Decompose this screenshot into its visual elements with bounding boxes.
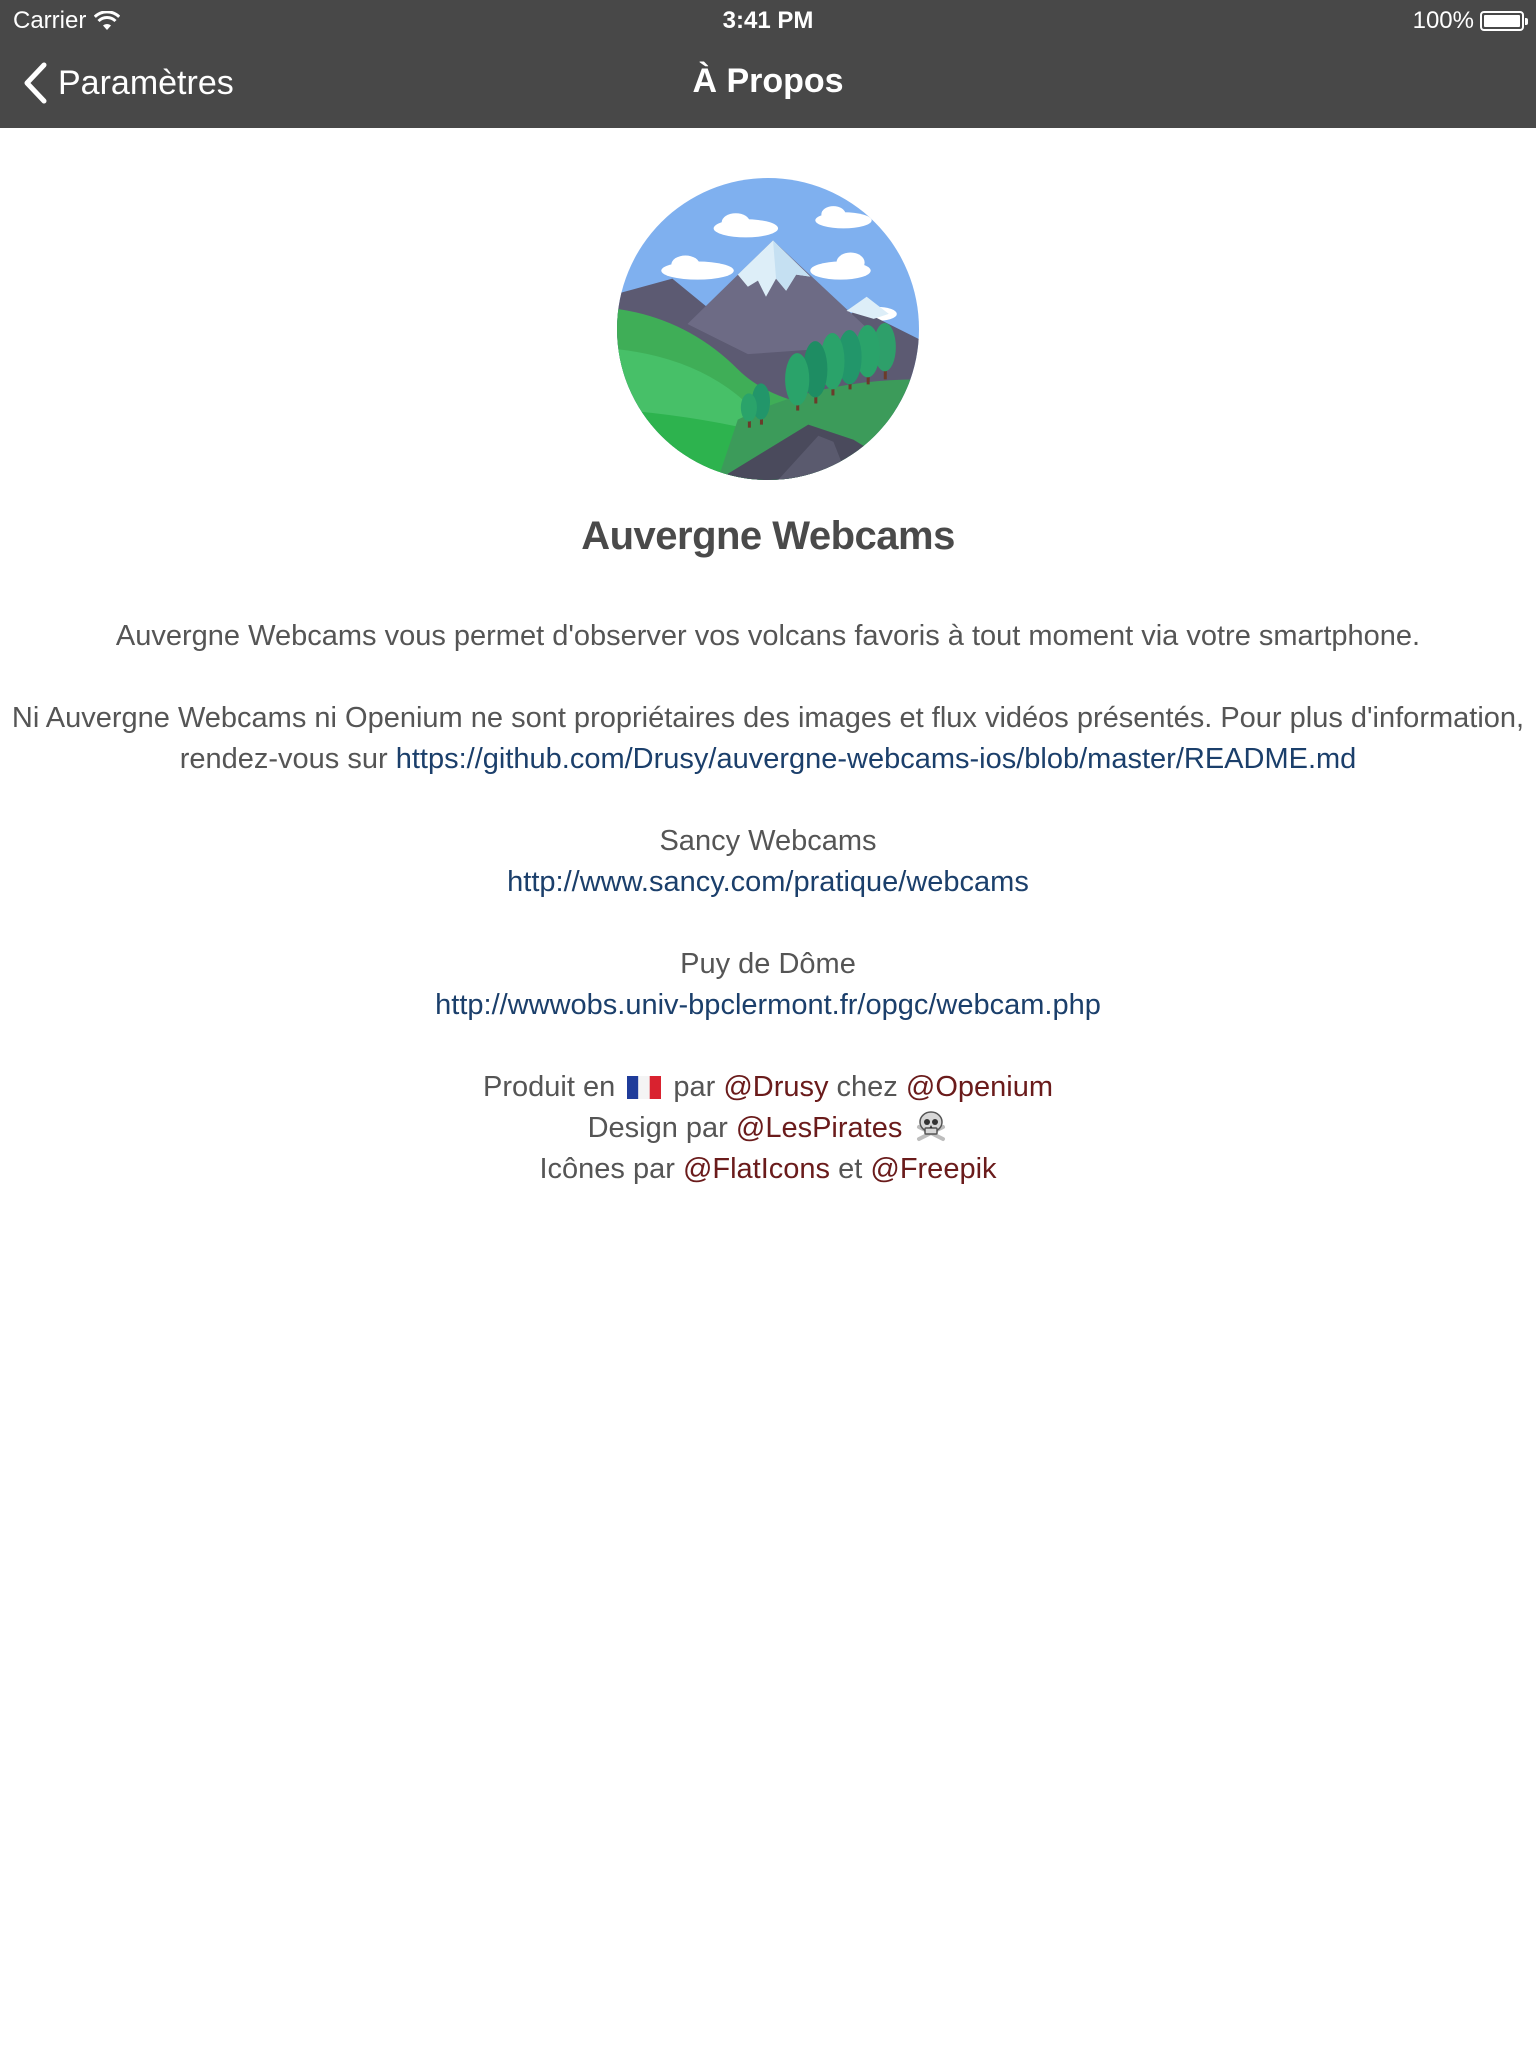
intro-text: Auvergne Webcams vous permet d'observer … xyxy=(115,620,1421,652)
et-text: et xyxy=(838,1153,863,1185)
puy-link[interactable]: http://wwwobs.univ-bpclermont.fr/opgc/we… xyxy=(435,989,1101,1021)
battery-percent: 100% xyxy=(1412,7,1474,34)
status-time: 3:41 PM xyxy=(722,7,814,34)
drusy-link[interactable]: @Drusy xyxy=(723,1071,828,1103)
flaticons-link[interactable]: @FlatIcons xyxy=(683,1153,830,1185)
page-title: À Propos xyxy=(692,62,844,100)
lespirates-link[interactable]: @LesPirates xyxy=(736,1112,902,1144)
readme-link[interactable]: https://github.com/Drusy/auvergne-webcam… xyxy=(396,743,1357,775)
credits: Produit en par @Drusy chez @Openium Desi… xyxy=(0,1067,1536,1190)
icons-prefix: Icônes par xyxy=(539,1153,675,1185)
sancy-title: Sancy Webcams xyxy=(659,825,877,857)
battery-indicator: 100% xyxy=(1412,7,1528,35)
sancy-link[interactable]: http://www.sancy.com/pratique/webcams xyxy=(507,866,1029,898)
navigation-bar: Carrier 3:41 PM 100% Paramètres À Propos xyxy=(0,0,1536,128)
battery-icon xyxy=(1480,11,1528,31)
app-name: Auvergne Webcams xyxy=(581,514,955,558)
openium-link[interactable]: @Openium xyxy=(906,1071,1053,1103)
puy-title: Puy de Dôme xyxy=(680,948,856,980)
sancy-section: Sancy Webcams http://www.sancy.com/prati… xyxy=(0,821,1536,903)
produced-prefix: Produit en xyxy=(483,1071,616,1103)
freepik-link[interactable]: @Freepik xyxy=(870,1153,996,1185)
puy-section: Puy de Dôme http://wwwobs.univ-bpclermon… xyxy=(0,944,1536,1026)
chez-text: chez xyxy=(836,1071,898,1103)
about-content: Auvergne Webcams vous permet d'observer … xyxy=(0,616,1536,1231)
design-prefix: Design par xyxy=(587,1112,728,1144)
status-bar: Carrier 3:41 PM 100% xyxy=(0,0,1536,40)
french-flag-icon xyxy=(627,1076,662,1099)
app-logo-mountain-icon xyxy=(617,178,919,480)
disclaimer-paragraph: Ni Auvergne Webcams ni Openium ne sont p… xyxy=(0,698,1536,780)
produced-par: par xyxy=(673,1071,716,1103)
skull-crossbones-icon xyxy=(917,1111,946,1141)
